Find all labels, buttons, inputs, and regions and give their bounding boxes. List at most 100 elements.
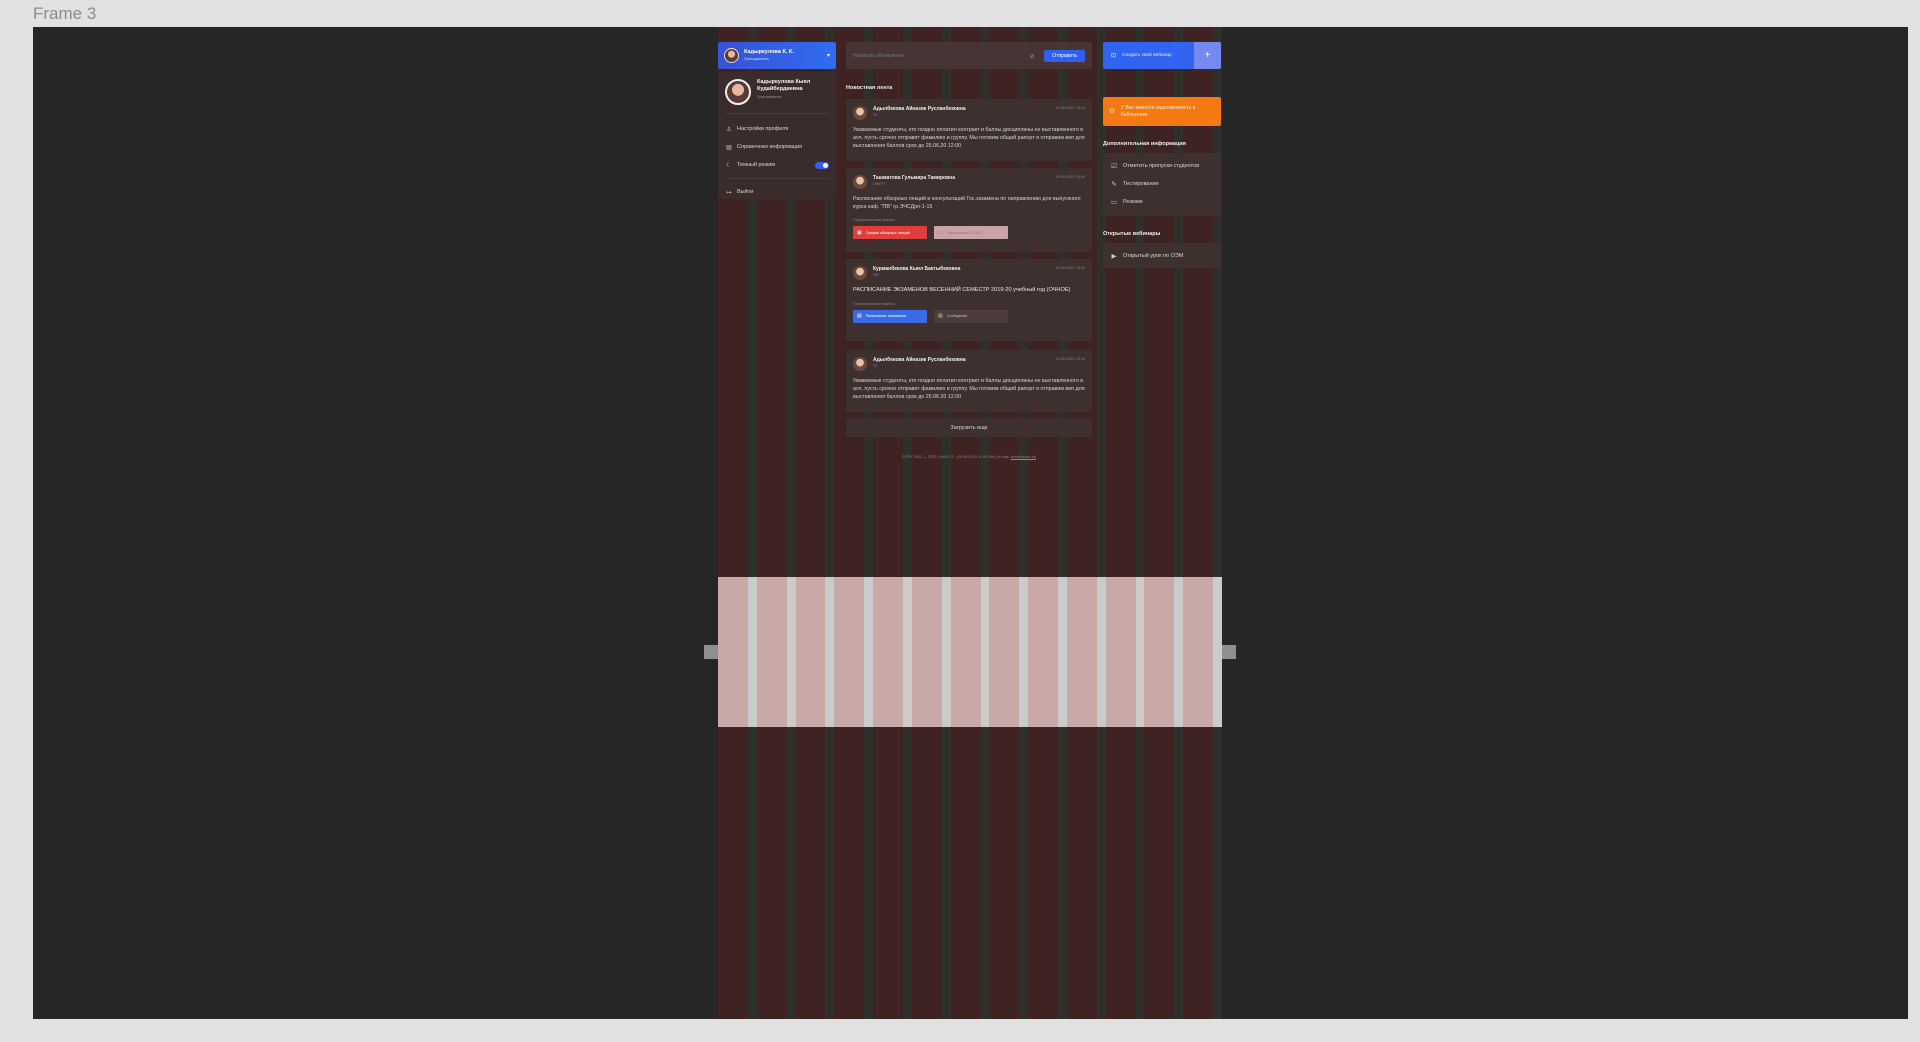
avatar: [853, 175, 867, 189]
attached-file[interactable]: ▣ График обзорных лекций: [853, 226, 927, 240]
post-date: 12.06.2020 / 19:44: [1055, 106, 1085, 110]
check-square-icon: ☑: [1111, 163, 1117, 170]
chevron-down-icon: ▾: [826, 53, 830, 59]
attached-files-label: Прикрепленные файлы: [853, 218, 895, 223]
profile-card: Кадыркулова Кыял Кудайбердиевна Преподав…: [718, 72, 836, 199]
extra-item-resume[interactable]: ▭ Резюме: [1110, 193, 1214, 211]
user-menu-button[interactable]: Кадыркулова К. К. Преподаватель ▾: [718, 42, 836, 69]
create-webinar-button[interactable]: ⊡ Создать свой вебинар: [1103, 42, 1194, 69]
feed-title: Новостная лента: [846, 85, 893, 91]
library-debt-alert: ⊙ У Вас имеется задолженность в библиоте…: [1103, 97, 1221, 126]
load-more-button[interactable]: Загрузить еще: [846, 418, 1092, 437]
extra-info-card: ☑ Отметить пропуски студентов ✎ Тестиров…: [1103, 153, 1221, 216]
menu-item-label: Выйти: [737, 189, 754, 195]
post-text: РАСПИСАНИЕ ЭКЗАМЕНОВ ВЕСЕННИЙ СЕМЕСТР 20…: [853, 287, 1071, 293]
design-canvas: Кадыркулова К. К. Преподаватель ▾ Кадырк…: [33, 27, 1908, 1019]
create-webinar-label: Создать свой вебинар: [1122, 53, 1172, 58]
post-text: Расписание обзорных лекций и консультаци…: [853, 196, 1081, 211]
post-department: ОФиТН: [873, 182, 886, 186]
post-text: Уважаемые студенты, кто поздно оплатил к…: [853, 127, 1085, 150]
extra-item-attendance[interactable]: ☑ Отметить пропуски студентов: [1110, 157, 1214, 175]
feed-post: Курманбекова Кыял Бактыбековна ОФ 03.06.…: [846, 259, 1092, 341]
file-name: Расписание ГЭ ЭЧС: [946, 230, 983, 235]
divider: [725, 113, 829, 114]
menu-item-dark-mode: ☾ Темный режим: [725, 156, 829, 174]
test-icon: ✎: [1111, 181, 1117, 188]
menu-item-reference-info[interactable]: ▤ Справочная информация: [725, 138, 829, 156]
avatar: [724, 48, 739, 63]
pdf-icon: ▣: [857, 229, 862, 236]
post-date: 03.06.2020 / 15:00: [1055, 266, 1085, 270]
menu-item-label: Темный режим: [737, 162, 776, 168]
selected-grid-overlay[interactable]: [718, 577, 1222, 727]
logout-icon: ↦: [726, 189, 732, 196]
avatar: [853, 357, 867, 371]
open-webinars-title: Открытые вебинары: [1103, 231, 1161, 237]
post-department: УК: [873, 364, 878, 368]
post-author: Адылбекова Айназик Русланбековна: [873, 106, 966, 112]
footer: ©ЯРУ 2022 — 2023 | AVN 2.2 - (26.06.2019…: [846, 455, 1092, 459]
file-name: График обзорных лекций: [865, 230, 911, 235]
divider: [725, 178, 829, 179]
user-name: Кадыркулова К. К.: [744, 49, 794, 55]
screen-icon: ⊡: [1111, 53, 1117, 59]
webinar-item-label: Открытый урок по ОЭМ: [1123, 253, 1184, 259]
profile-name-line2: Кудайбердиевна: [757, 86, 803, 93]
feed-post: Ташматова Гульмира Тамировна ОФиТН 09.06…: [846, 168, 1092, 252]
extra-info-title: Дополнительная информация: [1103, 141, 1186, 147]
attached-file[interactable]: ▤ Расписание экзаменов: [853, 309, 927, 323]
post-author: Ташматова Гульмира Тамировна: [873, 175, 955, 181]
profile-role: Преподаватель: [757, 94, 783, 99]
menu-item-profile-settings[interactable]: ♙ Настройки профиля: [725, 120, 829, 138]
menu-item-label: Справочная информация: [737, 144, 803, 150]
file-name: Сообщение: [946, 314, 968, 319]
feed-post: Адылбекова Айназик Русланбековна УК 12.0…: [846, 350, 1092, 412]
footer-email-link[interactable]: avn@oshsu.kg: [1011, 455, 1036, 459]
announcement-input[interactable]: [853, 52, 1030, 59]
post-date: 09.06.2020 / 20:50: [1055, 175, 1085, 179]
extra-item-label: Резюме: [1123, 199, 1143, 205]
resize-handle-left[interactable]: [704, 645, 718, 659]
resume-icon: ▭: [1110, 199, 1118, 206]
warning-icon: ⊙: [1109, 107, 1115, 115]
frame-label: Frame 3: [33, 4, 97, 23]
file-name: Расписание экзаменов: [865, 314, 907, 319]
menu-item-logout[interactable]: ↦ Выйти: [725, 183, 829, 201]
info-book-icon: ▤: [726, 144, 732, 151]
attached-file[interactable]: ▤ Сообщение: [934, 309, 1008, 323]
send-button[interactable]: Отправить: [1044, 49, 1085, 62]
alert-text: У Вас имеется задолженность в библиотеке: [1120, 104, 1196, 118]
post-date: 12.06.2020 / 19:44: [1055, 357, 1085, 361]
doc-icon: ▭: [938, 229, 943, 236]
post-author: Курманбекова Кыял Бактыбековна: [873, 266, 961, 272]
post-department: УК: [873, 113, 878, 117]
doc-icon: ▤: [938, 313, 943, 320]
moon-icon: ☾: [726, 162, 732, 169]
attached-file[interactable]: ▭ Расписание ГЭ ЭЧС: [934, 226, 1008, 240]
feed-post: Адылбекова Айназик Русланбековна УК 12.0…: [846, 99, 1092, 161]
footer-text: ©ЯРУ 2022 — 2023 | AVN 2.2 - (26.06.2019…: [902, 455, 1011, 459]
doc-icon: ▤: [857, 313, 862, 320]
user-icon: ♙: [726, 126, 732, 133]
app-page: Кадыркулова К. К. Преподаватель ▾ Кадырк…: [718, 27, 1222, 1019]
post-text: Уважаемые студенты, кто поздно оплатил к…: [853, 378, 1085, 401]
menu-item-label: Настройки профиля: [737, 126, 789, 132]
webinar-item[interactable]: ▶ Открытый урок по ОЭМ: [1110, 247, 1214, 265]
avatar: [853, 266, 867, 280]
extra-item-label: Отметить пропуски студентов: [1123, 163, 1200, 169]
post-department: ОФ: [873, 273, 879, 277]
add-webinar-button[interactable]: +: [1194, 42, 1221, 69]
dark-mode-toggle[interactable]: [815, 161, 829, 169]
extra-item-label: Тестирование: [1123, 181, 1159, 187]
user-role: Преподаватель: [744, 56, 770, 61]
open-webinars-card: ▶ Открытый урок по ОЭМ: [1103, 243, 1221, 268]
resize-handle-right[interactable]: [1222, 645, 1236, 659]
profile-avatar: [725, 79, 751, 105]
play-icon: ▶: [1111, 253, 1117, 260]
post-author: Адылбекова Айназик Русланбековна: [873, 357, 966, 363]
announcement-composer: ⌀ Отправить: [846, 42, 1092, 69]
avatar: [853, 106, 867, 120]
attached-files-label: Прикрепленные файлы: [853, 301, 895, 306]
paperclip-icon[interactable]: ⌀: [1030, 52, 1034, 60]
extra-item-testing[interactable]: ✎ Тестирование: [1110, 175, 1214, 193]
